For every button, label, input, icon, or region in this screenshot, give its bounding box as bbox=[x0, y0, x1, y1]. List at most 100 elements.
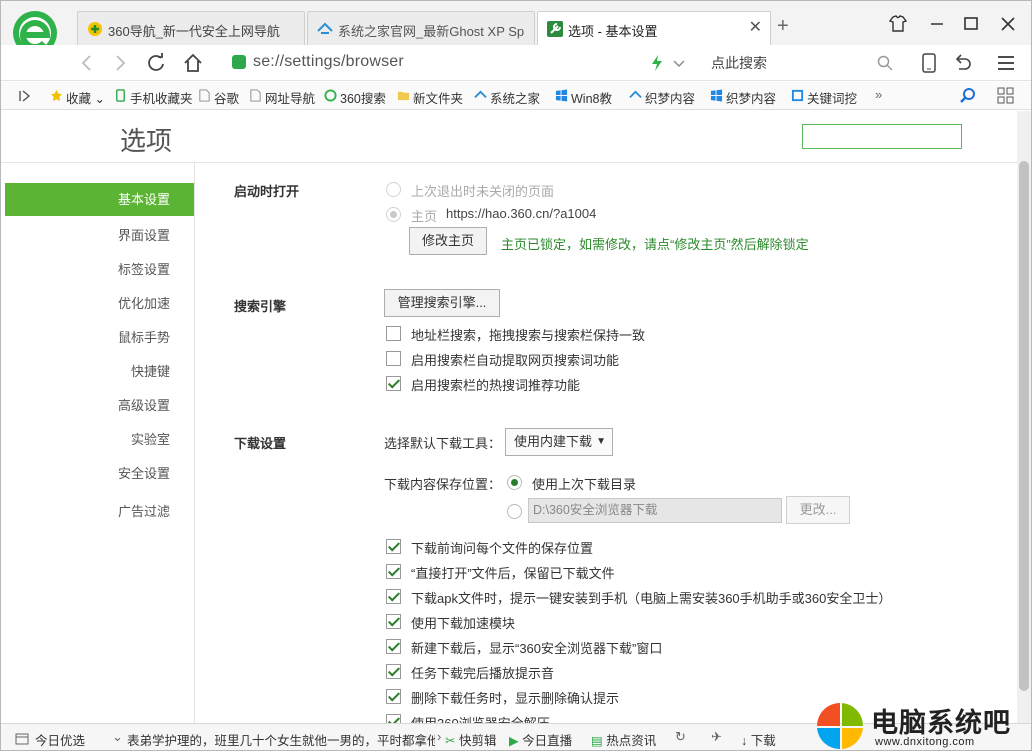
sidebar-item-gestures[interactable]: 鼠标手势 bbox=[118, 327, 170, 346]
bookmark-folder[interactable]: 新文件夹 bbox=[397, 88, 463, 107]
refresh-icon[interactable] bbox=[146, 53, 166, 73]
sidebar-item-shortcuts[interactable]: 快捷键 bbox=[131, 361, 170, 380]
checkbox-auto-extract[interactable] bbox=[386, 351, 401, 366]
change-path-button[interactable]: 更改... bbox=[786, 496, 850, 524]
tab-settings[interactable]: 选项 - 基本设置 ✕ bbox=[537, 11, 771, 46]
status-hot-news[interactable]: ▤ 热点资讯 bbox=[591, 730, 656, 749]
close-window-icon[interactable] bbox=[997, 13, 1019, 35]
news-ticker[interactable]: 表弟学护理的，班里几十个女生就他一男的，平时都拿他当 bbox=[127, 730, 435, 749]
close-tab-icon[interactable]: ✕ bbox=[749, 18, 762, 38]
checkbox-ask-location[interactable] bbox=[386, 539, 401, 554]
download-location-label: 下载内容保存位置： bbox=[384, 477, 502, 492]
bookmark-360search[interactable]: 360搜索 bbox=[324, 88, 386, 107]
settings-icon bbox=[547, 21, 563, 37]
sidebar-item-basic[interactable]: 基本设置 bbox=[5, 183, 194, 216]
site-icon bbox=[474, 90, 487, 99]
pin-icon[interactable]: ✈ bbox=[711, 729, 722, 745]
menu-icon[interactable] bbox=[996, 53, 1016, 73]
manage-search-engines-button[interactable]: 管理搜索引擎... bbox=[384, 289, 500, 317]
watermark: 电脑系统吧 www.dnxitong.com bbox=[813, 701, 1031, 750]
page-icon bbox=[250, 89, 261, 102]
radio-custom-dir[interactable] bbox=[507, 504, 522, 519]
modify-homepage-button[interactable]: 修改主页 bbox=[409, 227, 487, 255]
status-quick-clip[interactable]: ✂ 快剪辑 bbox=[445, 730, 496, 749]
bookmark-favorites[interactable]: 收藏 ⌄ bbox=[50, 88, 105, 107]
checkbox-show-window[interactable] bbox=[386, 639, 401, 654]
sidebar-item-tabs[interactable]: 标签设置 bbox=[118, 259, 170, 278]
sidebar-item-interface[interactable]: 界面设置 bbox=[118, 225, 170, 244]
skin-icon[interactable] bbox=[887, 13, 909, 35]
folder-icon bbox=[397, 91, 410, 101]
lightning-icon[interactable] bbox=[651, 55, 663, 71]
sidebar-item-security[interactable]: 安全设置 bbox=[118, 463, 170, 482]
bookmark-dede2[interactable]: 织梦内容 bbox=[710, 88, 776, 107]
bookmark-bar: 收藏 ⌄ 手机收藏夹 谷歌 网址导航 360搜索 新文件夹 系统之家 Win8教… bbox=[1, 82, 1031, 110]
checkbox-play-sound[interactable] bbox=[386, 664, 401, 679]
chevron-down-icon[interactable] bbox=[673, 57, 685, 69]
news-icon: ▤ bbox=[591, 734, 603, 748]
search-field[interactable]: 点此搜索 bbox=[711, 53, 767, 73]
browser-window: 360导航_新一代安全上网导航 系统之家官网_最新Ghost XP Sp 选项 … bbox=[0, 0, 1032, 751]
new-tab-icon[interactable]: + bbox=[777, 15, 789, 38]
sidebar-item-adblock[interactable]: 广告过滤 bbox=[118, 501, 170, 520]
bookmark-win8[interactable]: Win8教 bbox=[555, 88, 612, 107]
status-download[interactable]: ↓ 下载 bbox=[741, 730, 776, 749]
sidebar-item-lab[interactable]: 实验室 bbox=[131, 429, 170, 448]
checkbox-hot-words[interactable] bbox=[386, 376, 401, 391]
vertical-scrollbar[interactable] bbox=[1017, 111, 1031, 723]
tab-360-nav[interactable]: 360导航_新一代安全上网导航 bbox=[77, 11, 305, 45]
back-icon[interactable] bbox=[77, 53, 97, 73]
today-picks[interactable]: 今日优选 bbox=[35, 730, 85, 749]
radio-homepage[interactable] bbox=[386, 207, 401, 222]
apps-grid-icon[interactable] bbox=[997, 87, 1015, 105]
magnifier-icon[interactable] bbox=[959, 87, 977, 105]
download-tool-label: 选择默认下载工具： bbox=[384, 436, 502, 451]
checkbox-accelerate[interactable] bbox=[386, 614, 401, 629]
checkbox-safe-unzip[interactable] bbox=[386, 714, 401, 723]
homepage-locked-note: 主页已锁定，如需修改，请点“修改主页”然后解除锁定 bbox=[501, 237, 809, 252]
tab-xitongzhijia[interactable]: 系统之家官网_最新Ghost XP Sp bbox=[307, 11, 535, 45]
sidebar-item-optimize[interactable]: 优化加速 bbox=[118, 293, 170, 312]
dropdown-arrow-icon: ▼ bbox=[596, 436, 606, 447]
minimize-icon[interactable] bbox=[926, 13, 948, 35]
bookmark-google[interactable]: 谷歌 bbox=[198, 88, 239, 107]
settings-page: 选项 基本设置 界面设置 标签设置 优化加速 鼠标手势 快捷键 高级设置 实验室… bbox=[1, 111, 1017, 723]
clip-icon: ✂ bbox=[445, 734, 456, 748]
section-startup: 启动时打开 bbox=[234, 184, 300, 199]
url-field[interactable]: se://settings/browser bbox=[227, 50, 697, 76]
bookmark-dede1[interactable]: 织梦内容 bbox=[629, 88, 695, 107]
next-news-icon[interactable]: › bbox=[437, 729, 441, 744]
bookmark-keyword[interactable]: 关键词挖 bbox=[791, 88, 857, 107]
expand-icon[interactable]: ⌄ bbox=[112, 729, 123, 745]
radio-last-session[interactable] bbox=[386, 182, 401, 197]
bookmark-mobile[interactable]: 手机收藏夹 bbox=[114, 88, 193, 107]
sidebar-toggle-icon[interactable] bbox=[19, 90, 31, 102]
radio-last-dir[interactable] bbox=[507, 475, 522, 490]
sidebar-item-advanced[interactable]: 高级设置 bbox=[118, 395, 170, 414]
checkbox-addressbar-search[interactable] bbox=[386, 326, 401, 341]
bookmark-nav[interactable]: 网址导航 bbox=[249, 88, 315, 107]
search-icon[interactable] bbox=[877, 55, 893, 71]
360-search-icon bbox=[324, 89, 337, 102]
download-path-field[interactable]: D:\360安全浏览器下载 bbox=[528, 498, 782, 523]
checkbox-keep-opened[interactable] bbox=[386, 564, 401, 579]
download-tool-select[interactable]: 使用内建下载 ▼ bbox=[505, 428, 613, 456]
forward-icon[interactable] bbox=[110, 53, 130, 73]
checkbox-confirm-delete[interactable] bbox=[386, 689, 401, 704]
bookmark-xitongzhijia[interactable]: 系统之家 bbox=[474, 88, 540, 107]
settings-search-input[interactable] bbox=[802, 124, 962, 149]
download-icon: ↓ bbox=[741, 734, 748, 748]
refresh-small-icon[interactable]: ↻ bbox=[675, 729, 686, 745]
checkbox-apk-install[interactable] bbox=[386, 589, 401, 604]
scrollbar-thumb[interactable] bbox=[1019, 161, 1029, 691]
star-icon bbox=[50, 89, 63, 102]
home-icon[interactable] bbox=[183, 53, 203, 73]
phone-icon[interactable] bbox=[921, 53, 937, 73]
undo-icon[interactable] bbox=[953, 53, 973, 73]
tool-icon bbox=[791, 89, 804, 102]
maximize-icon[interactable] bbox=[960, 13, 982, 35]
shield-icon bbox=[232, 55, 246, 69]
settings-sidebar: 基本设置 界面设置 标签设置 优化加速 鼠标手势 快捷键 高级设置 实验室 安全… bbox=[5, 163, 195, 723]
status-live[interactable]: ▶ 今日直播 bbox=[509, 730, 572, 749]
more-bookmarks-icon[interactable]: » bbox=[875, 87, 882, 102]
